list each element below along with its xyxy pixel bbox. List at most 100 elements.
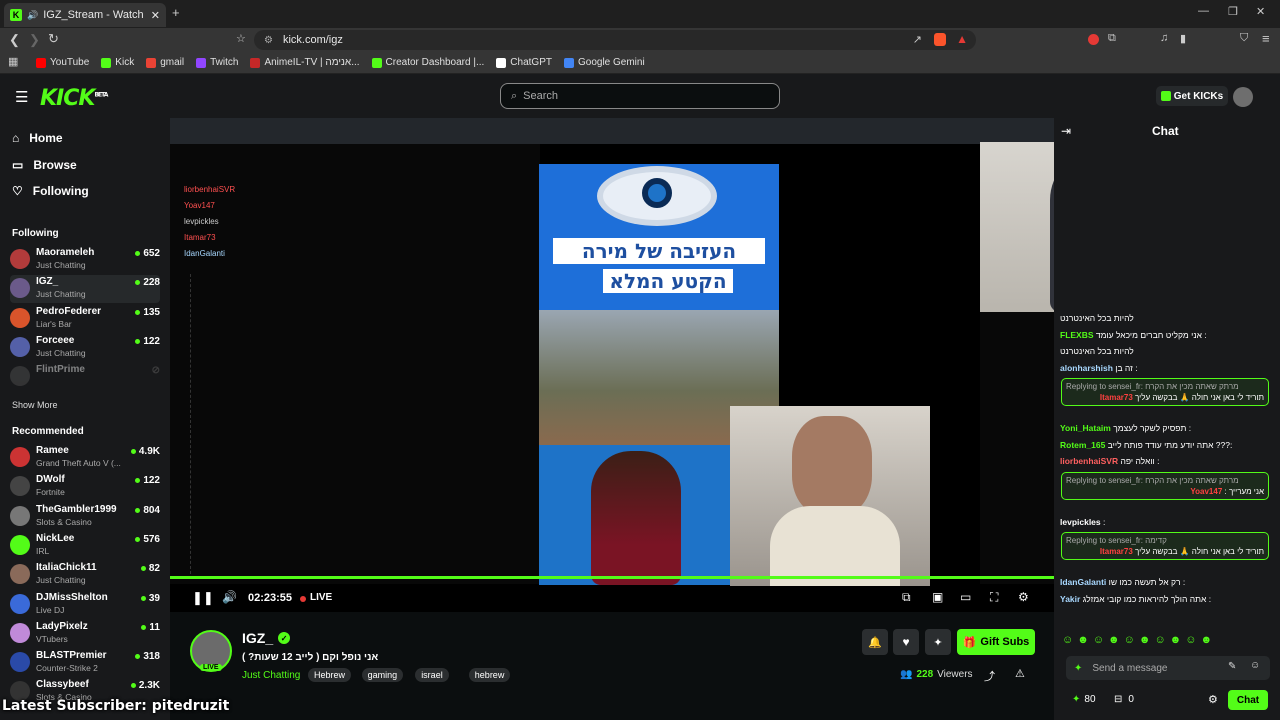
- theater-mode-icon[interactable]: ▭: [960, 590, 971, 604]
- address-bar[interactable]: ⚙ kick.com/igz ↗ ▲: [254, 30, 976, 50]
- chat-settings-icon[interactable]: ⚙: [1208, 693, 1218, 706]
- sidebar-channel-pedrofederer[interactable]: PedroFederer Liar's Bar 135: [10, 305, 160, 333]
- settings-gear-icon[interactable]: ⚙: [1018, 590, 1029, 604]
- rewards-triangle-icon[interactable]: ▲: [956, 32, 968, 46]
- tab-close-icon[interactable]: ✕: [151, 9, 160, 22]
- emote-icon[interactable]: ☻: [1108, 634, 1120, 652]
- share-icon[interactable]: ↗: [913, 33, 922, 46]
- minimize-icon[interactable]: —: [1198, 5, 1209, 17]
- sidebar-channel-igz_[interactable]: IGZ_ Just Chatting 228: [10, 275, 160, 304]
- sidebar-channel-forceee[interactable]: Forceee Just Chatting 122: [10, 334, 160, 362]
- user-avatar[interactable]: [1233, 87, 1253, 107]
- chat-username[interactable]: levpickles: [1060, 517, 1101, 527]
- bookmark-item[interactable]: AnimeIL-TV | אנימה...: [250, 57, 360, 68]
- emoji-picker-icon[interactable]: ☺: [1250, 660, 1260, 671]
- stream-category[interactable]: Just Chatting: [242, 670, 300, 681]
- emote-icon[interactable]: ☺: [1185, 634, 1196, 652]
- share-icon[interactable]: ⤴: [984, 668, 995, 684]
- kick-logo[interactable]: KICKBETA: [40, 86, 108, 111]
- chat-username[interactable]: Yakir: [1060, 594, 1080, 604]
- restore-icon[interactable]: ❐: [1228, 5, 1238, 18]
- emote-icon[interactable]: ☻: [1200, 634, 1212, 652]
- emote-icon[interactable]: ☻: [1139, 634, 1151, 652]
- chat-username[interactable]: alonharshish: [1060, 363, 1113, 373]
- pause-icon[interactable]: ❚❚: [192, 590, 214, 606]
- nav-following[interactable]: ♡ Following: [12, 184, 89, 198]
- gift-subs-button[interactable]: 🎁 Gift Subs: [957, 629, 1035, 655]
- sidebar-channel-flintprime[interactable]: FlintPrime ⊘: [10, 363, 160, 391]
- bookmark-star-icon[interactable]: ☆: [236, 32, 246, 45]
- chat-send-button[interactable]: Chat: [1228, 690, 1268, 710]
- chat-message[interactable]: levpickles :: [1060, 516, 1272, 528]
- bookmark-item[interactable]: Creator Dashboard |...: [371, 57, 484, 68]
- apps-grid-icon[interactable]: ▦: [8, 55, 18, 68]
- chat-reply-message[interactable]: Replying to sensei_fr: מרתק שאתה מכין את…: [1061, 378, 1269, 406]
- volume-icon[interactable]: 🔊: [222, 590, 237, 604]
- chat-message[interactable]: להיות בכל האינטרנט: [1060, 345, 1272, 357]
- chat-username[interactable]: FLEXBS: [1060, 330, 1094, 340]
- chat-username[interactable]: Yoav147: [1190, 487, 1222, 496]
- gift-counter[interactable]: ⊟ 0: [1114, 694, 1134, 705]
- chat-username[interactable]: Yoni_Hataim: [1060, 423, 1111, 433]
- clip-icon[interactable]: ⧉: [902, 590, 911, 605]
- emote-icon[interactable]: ☻: [1170, 634, 1182, 652]
- pip-icon[interactable]: ▣: [932, 590, 943, 604]
- follow-heart-button[interactable]: ♥: [893, 629, 919, 655]
- show-more-link[interactable]: Show More: [12, 400, 58, 410]
- bookmark-item[interactable]: YouTube: [36, 57, 89, 68]
- sidebar-channel-nicklee[interactable]: NickLee IRL 576: [10, 532, 160, 560]
- chat-message[interactable]: FLEXBS אני מקליט חברים מיכאל עומד :: [1060, 329, 1272, 341]
- chat-message[interactable]: liorbenhaiSVR וואלה יפה :: [1060, 455, 1272, 467]
- site-info-icon[interactable]: ⚙: [264, 35, 273, 46]
- emote-bar[interactable]: ☺ ☻ ☺ ☻ ☺ ☻ ☺ ☻ ☺ ☻: [1062, 634, 1272, 652]
- chat-message[interactable]: Rotem_165 אתה יודע מתי עודד פותח לייב ??…: [1060, 439, 1272, 451]
- emote-icon[interactable]: ☺: [1093, 634, 1104, 652]
- notification-bell-button[interactable]: 🔔: [862, 629, 888, 655]
- chat-username[interactable]: Itamar73: [1100, 393, 1133, 402]
- emote-icon[interactable]: ☺: [1154, 634, 1165, 652]
- speaker-icon[interactable]: 🔊: [27, 10, 38, 21]
- streamer-name-row[interactable]: IGZ_ ✓: [242, 630, 291, 646]
- bookmark-item[interactable]: ChatGPT: [496, 57, 552, 68]
- video-player[interactable]: liorbenhaiSVR Yoav147 levpickles Itamar7…: [170, 118, 1054, 612]
- chat-reply-message[interactable]: Replying to sensei_fr: מרתק שאתה מכין את…: [1061, 471, 1269, 500]
- bookmark-item[interactable]: Twitch: [196, 57, 238, 68]
- emote-icon[interactable]: ☻: [1077, 634, 1089, 652]
- media-icon[interactable]: ♫: [1160, 32, 1168, 44]
- progress-bar[interactable]: [170, 576, 1054, 579]
- sparkle-button[interactable]: ✦: [925, 629, 951, 655]
- brave-shield-icon[interactable]: [934, 33, 946, 46]
- extension-record-icon[interactable]: [1088, 34, 1099, 45]
- stream-tag[interactable]: gaming: [361, 668, 404, 682]
- stream-tag[interactable]: israel: [415, 668, 449, 682]
- live-indicator[interactable]: LIVE: [310, 592, 332, 603]
- menu-icon[interactable]: ≡: [1262, 31, 1270, 46]
- fullscreen-icon[interactable]: ⛶: [990, 590, 998, 605]
- bookmark-item[interactable]: Kick: [101, 57, 134, 68]
- search-input[interactable]: ⌕ Search: [500, 83, 780, 109]
- browser-tab[interactable]: K 🔊 IGZ_Stream - Watch Live on K ✕: [4, 3, 166, 27]
- extensions-puzzle-icon[interactable]: ⧉: [1108, 32, 1116, 45]
- nav-home[interactable]: ⌂ Home: [12, 131, 63, 145]
- stream-tag[interactable]: Hebrew: [308, 668, 352, 682]
- sidebar-channel-djmissshelton[interactable]: DJMissShelton Live DJ 39: [10, 591, 160, 619]
- window-close-icon[interactable]: ✕: [1256, 5, 1265, 18]
- chat-username[interactable]: Itamar73: [1100, 547, 1133, 556]
- shield-icon[interactable]: ⛉: [1240, 32, 1248, 45]
- reload-icon[interactable]: ↻: [48, 31, 59, 47]
- chat-message[interactable]: Yakir אתה הולך להיראות כמו קובי אמזלג :: [1060, 593, 1272, 605]
- sidebar-channel-maorameleh[interactable]: Maorameleh Just Chatting 652: [10, 246, 160, 274]
- get-kicks-button[interactable]: Get KICKs: [1156, 86, 1228, 106]
- chat-message[interactable]: Yoni_Hataim תפסיק לשקר לעצמך :: [1060, 422, 1272, 434]
- sidebar-channel-dwolf[interactable]: DWolf Fortnite 122: [10, 473, 160, 501]
- back-icon[interactable]: ❮: [9, 32, 20, 48]
- translate-icon[interactable]: ✎: [1228, 661, 1236, 672]
- channel-points[interactable]: ✦ 80: [1072, 694, 1096, 705]
- emote-icon[interactable]: ☺: [1062, 634, 1073, 652]
- nav-browse[interactable]: ▭ Browse: [12, 158, 77, 172]
- bookmark-item[interactable]: Google Gemini: [563, 57, 645, 68]
- chat-message-input[interactable]: ✦ Send a message ✎ ☺: [1066, 656, 1270, 680]
- report-icon[interactable]: ⚠: [1015, 667, 1025, 680]
- new-tab-icon[interactable]: +: [172, 5, 180, 20]
- chat-reply-message[interactable]: Replying to sensei_fr: קדימה תוריד לי באן…: [1061, 532, 1269, 560]
